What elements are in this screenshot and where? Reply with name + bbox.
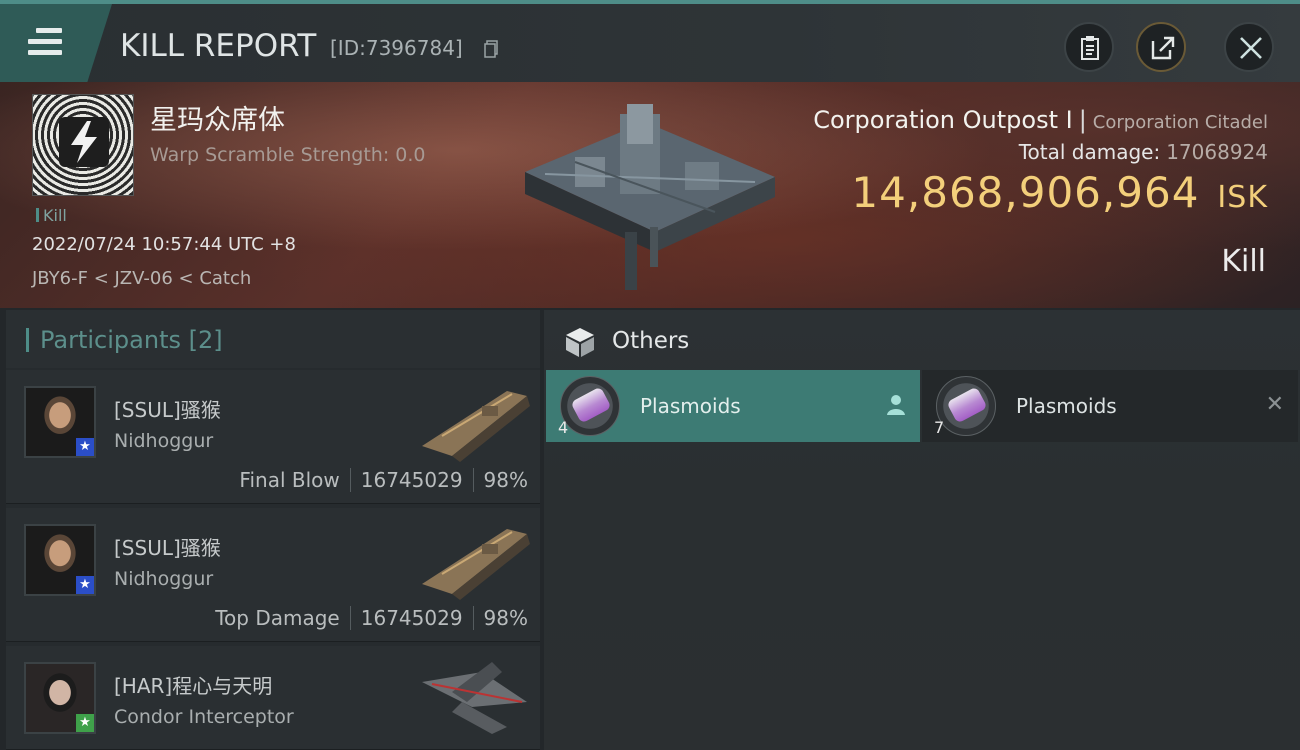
participants-title: Participants [2] <box>40 326 223 354</box>
share-button[interactable] <box>1136 22 1186 72</box>
participant-row[interactable]: ★ [SSUL]骚猴 Nidhoggur Top Damage 16745029 9… <box>6 508 540 642</box>
separator: | <box>1078 106 1087 134</box>
participant-stats: Top Damage 16745029 98% <box>215 606 528 630</box>
total-damage-label: Total damage: <box>1018 140 1161 164</box>
victim-ship-name[interactable]: Corporation Outpost I | Corporation Citade… <box>813 106 1268 134</box>
others-header: Others <box>544 310 1300 370</box>
top-bar: KILL REPORT [ID:7396784] <box>0 0 1300 82</box>
others-title: Others <box>612 328 690 354</box>
menu-button[interactable] <box>0 4 112 82</box>
plasmoid-icon <box>936 376 996 436</box>
avatar[interactable]: ★ <box>24 524 96 596</box>
person-icon <box>887 395 905 415</box>
corporation-logo <box>32 94 134 196</box>
item-quantity: 4 <box>558 418 569 437</box>
total-damage: Total damage: 17068924 <box>1019 140 1268 164</box>
item-slot[interactable]: 4 Plasmoids <box>546 370 920 442</box>
participant-damage: 16745029 <box>360 606 463 630</box>
destroyed-icon: ✕ <box>1265 392 1284 417</box>
result-label: Kill <box>1221 244 1266 279</box>
item-name: Plasmoids <box>640 394 741 418</box>
nidhoggur-ship-image <box>422 391 530 462</box>
close-button[interactable] <box>1224 22 1274 72</box>
warp-scramble-strength: Warp Scramble Strength: 0.0 <box>150 144 426 166</box>
participant-name: [HAR]程心与天明 <box>114 674 273 698</box>
kill-banner: 星玛众席体 Warp Scramble Strength: 0.0 Kill 2… <box>0 82 1300 308</box>
avatar[interactable]: ★ <box>24 662 96 734</box>
clipboard-button[interactable] <box>1064 22 1114 72</box>
share-icon <box>1151 36 1175 60</box>
item-quantity: 7 <box>934 418 945 437</box>
page-title: KILL REPORT <box>120 28 317 64</box>
isk-amount: 14,868,906,964 <box>851 168 1200 217</box>
participant-row[interactable]: ★ [HAR]程心与天明 Condor Interceptor <box>6 646 540 750</box>
report-id: [ID:7396784] <box>330 36 463 60</box>
citadel-ship-image <box>525 104 775 290</box>
participant-stats: Final Blow 16745029 98% <box>239 468 528 492</box>
ship-class: Corporation Citadel <box>1092 112 1268 133</box>
plasmoid-icon <box>560 376 620 436</box>
participant-ship: Nidhoggur <box>114 430 214 452</box>
cube-icon <box>566 328 594 357</box>
avatar[interactable]: ★ <box>24 386 96 458</box>
participants-header: Participants [2] <box>6 310 540 368</box>
participant-name: [SSUL]骚猴 <box>114 398 221 422</box>
kill-location[interactable]: JBY6-F < JZV-06 < Catch <box>32 268 251 289</box>
participant-row[interactable]: ★ [SSUL]骚猴 Nidhoggur Final Blow 16745029 9… <box>6 370 540 504</box>
participant-role: Final Blow <box>239 468 340 492</box>
menu-icon <box>28 28 62 61</box>
star-icon: ★ <box>76 714 94 732</box>
nidhoggur-ship-image <box>422 529 530 600</box>
participant-damage: 16745029 <box>360 468 463 492</box>
participant-name: [SSUL]骚猴 <box>114 536 221 560</box>
isk-unit: ISK <box>1217 180 1268 215</box>
close-icon <box>1240 37 1262 59</box>
item-name: Plasmoids <box>1016 394 1117 418</box>
ship-type: Corporation Outpost I <box>813 106 1073 134</box>
total-damage-value: 17068924 <box>1166 140 1268 164</box>
lightning-icon <box>71 121 97 163</box>
participant-role: Top Damage <box>215 606 340 630</box>
item-slot[interactable]: 7 Plasmoids ✕ <box>922 370 1298 442</box>
kill-tag: Kill <box>36 206 67 225</box>
kill-datetime: 2022/07/24 10:57:44 UTC +8 <box>32 234 296 255</box>
condor-ship-image <box>422 662 527 734</box>
victim-name[interactable]: 星玛众席体 <box>150 98 285 137</box>
participant-percent: 98% <box>483 468 528 492</box>
copy-icon[interactable] <box>484 40 498 58</box>
star-icon: ★ <box>76 576 94 594</box>
isk-value: 14,868,906,964 ISK <box>851 168 1268 217</box>
participant-percent: 98% <box>483 606 528 630</box>
participant-ship: Condor Interceptor <box>114 706 294 728</box>
clipboard-icon <box>1081 36 1099 60</box>
participant-ship: Nidhoggur <box>114 568 214 590</box>
star-icon: ★ <box>76 438 94 456</box>
